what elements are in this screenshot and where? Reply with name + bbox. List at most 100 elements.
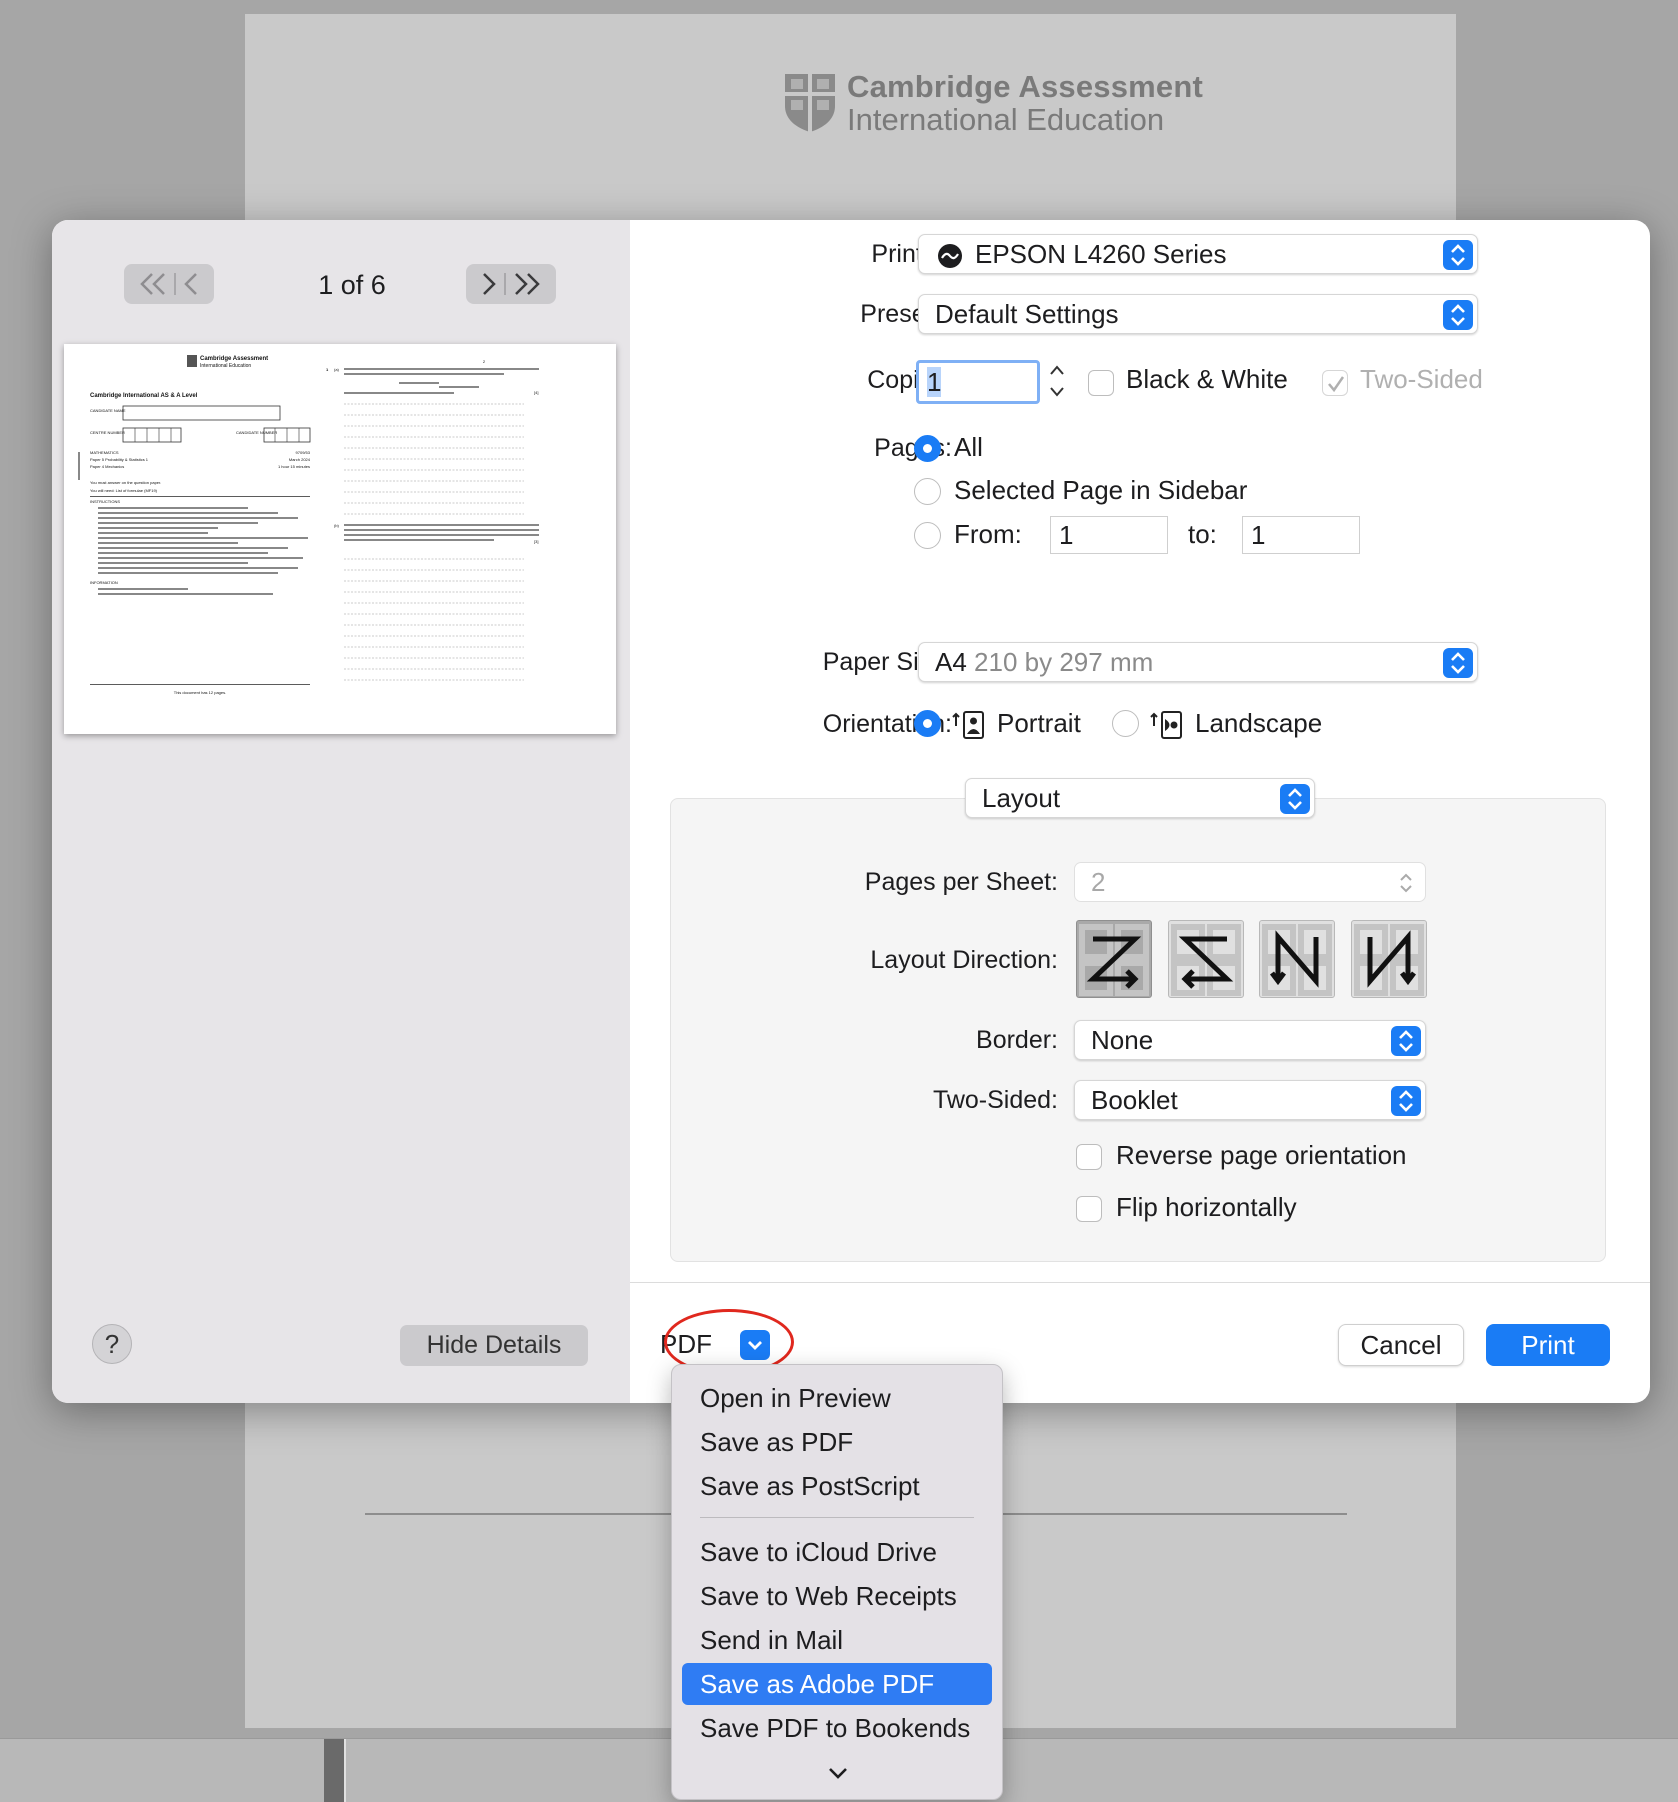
reverse-orientation-label: Reverse page orientation bbox=[1116, 1140, 1407, 1170]
layout-direction-reverse-n[interactable] bbox=[1259, 920, 1335, 998]
pages-selected-radio[interactable] bbox=[914, 478, 941, 505]
border-popup[interactable]: None bbox=[1074, 1020, 1426, 1060]
layout-section-value: Layout bbox=[982, 783, 1061, 813]
layout-two-sided-label: Two-Sided: bbox=[932, 1086, 1058, 1114]
layout-two-sided-popup[interactable]: Booklet bbox=[1074, 1080, 1426, 1120]
reverse-orientation-checkbox[interactable] bbox=[1076, 1144, 1102, 1170]
layout-direction-z[interactable] bbox=[1076, 920, 1152, 998]
thumb-paper1: Paper 5 Probability & Statistics 1 bbox=[90, 457, 149, 462]
thumb-code: 9709/53 bbox=[296, 450, 311, 455]
presets-value: Default Settings bbox=[935, 299, 1119, 329]
print-button[interactable]: Print bbox=[1486, 1324, 1610, 1366]
shield-icon bbox=[785, 74, 835, 132]
up-down-arrows-icon bbox=[1400, 873, 1412, 893]
double-chevron-left-icon[interactable] bbox=[138, 272, 168, 296]
pages-all-radio[interactable] bbox=[914, 435, 941, 462]
chevron-left-icon[interactable] bbox=[182, 272, 200, 296]
landscape-radio[interactable] bbox=[1112, 710, 1139, 737]
menu-item-send-in-mail[interactable]: Send in Mail bbox=[682, 1619, 992, 1661]
next-page-buttons[interactable] bbox=[466, 264, 556, 304]
menu-item-save-as-postscript[interactable]: Save as PostScript bbox=[682, 1465, 992, 1507]
thumbnail-page-render: Cambridge Assessment International Educa… bbox=[78, 355, 539, 695]
thumb-page-no: 2 bbox=[483, 359, 486, 364]
thumb-heading: Cambridge International AS & A Level bbox=[90, 393, 198, 399]
menu-item-save-as-pdf[interactable]: Save as PDF bbox=[682, 1421, 992, 1463]
menu-item-save-to-icloud[interactable]: Save to iCloud Drive bbox=[682, 1531, 992, 1573]
two-sided-checkbox[interactable] bbox=[1322, 370, 1348, 396]
direction-reverse-z-icon bbox=[1171, 924, 1241, 996]
up-down-arrows-icon bbox=[1443, 240, 1473, 270]
copies-input[interactable]: 1 bbox=[916, 360, 1040, 404]
printer-popup[interactable]: EPSON L4260 Series bbox=[918, 234, 1478, 274]
pdf-dropdown-menu: Open in Preview Save as PDF Save as Post… bbox=[671, 1364, 1003, 1800]
thumb-q1b-mark: [3] bbox=[534, 539, 538, 544]
chevron-right-icon[interactable] bbox=[480, 272, 498, 296]
pages-to-label: to: bbox=[1188, 519, 1217, 549]
direction-n-icon bbox=[1354, 924, 1424, 996]
landscape-label: Landscape bbox=[1195, 708, 1323, 738]
thumb-footer: This document has 12 pages. bbox=[174, 690, 226, 695]
nav-divider bbox=[504, 273, 506, 295]
printer-status-icon bbox=[938, 244, 962, 268]
bottom-bar-divider bbox=[344, 1739, 346, 1802]
up-down-arrows-icon bbox=[1391, 1026, 1421, 1056]
black-white-checkbox[interactable] bbox=[1088, 370, 1114, 396]
pages-per-sheet-value: 2 bbox=[1091, 867, 1106, 897]
thumb-duration: 1 hour 15 minutes bbox=[278, 464, 310, 469]
logo-line-2: International Education bbox=[847, 102, 1165, 137]
stepper-arrows-icon[interactable] bbox=[1046, 358, 1068, 404]
pages-all-label: All bbox=[954, 432, 983, 462]
thumb-instructions: INSTRUCTIONS bbox=[90, 499, 120, 504]
menu-item-save-as-adobe-pdf[interactable]: Save as Adobe PDF bbox=[682, 1663, 992, 1705]
flip-horizontally-checkbox[interactable] bbox=[1076, 1196, 1102, 1222]
two-sided-label: Two-Sided bbox=[1360, 364, 1483, 394]
thumb-q1b: (b) bbox=[334, 523, 340, 528]
menu-item-save-pdf-to-bookends[interactable]: Save PDF to Bookends bbox=[682, 1707, 992, 1749]
help-button[interactable]: ? bbox=[92, 1324, 132, 1364]
thumb-paper2: Paper 4 Mechanics bbox=[90, 464, 124, 469]
layout-direction-n[interactable] bbox=[1351, 920, 1427, 998]
checkmark-icon bbox=[1328, 376, 1345, 393]
presets-popup[interactable]: Default Settings bbox=[918, 294, 1478, 334]
thumb-centre-number: CENTRE NUMBER bbox=[90, 430, 125, 435]
footer-separator bbox=[630, 1282, 1650, 1283]
border-label: Border: bbox=[976, 1026, 1058, 1054]
prev-page-buttons[interactable] bbox=[124, 264, 214, 304]
layout-section-popup[interactable]: Layout bbox=[965, 778, 1315, 818]
thumb-candidate-name: CANDIDATE NAME bbox=[90, 408, 126, 413]
portrait-radio[interactable] bbox=[914, 710, 941, 737]
print-dialog: 1 of 6 Cambridge Assessment Internationa… bbox=[52, 220, 1650, 1403]
pages-from-radio[interactable] bbox=[914, 522, 941, 549]
black-white-label: Black & White bbox=[1126, 364, 1288, 394]
paper-size-popup[interactable]: A4 210 by 297 mm bbox=[918, 642, 1478, 682]
thumb-logo-sub: International Education bbox=[200, 363, 251, 369]
hide-details-button[interactable]: Hide Details bbox=[400, 1325, 588, 1366]
thumb-q1: 1 bbox=[326, 367, 329, 372]
up-down-arrows-icon bbox=[1443, 300, 1473, 330]
to-input[interactable]: 1 bbox=[1242, 516, 1360, 554]
up-down-arrows-icon bbox=[1443, 648, 1473, 678]
copies-stepper[interactable] bbox=[1046, 358, 1068, 404]
page-counter: 1 of 6 bbox=[318, 270, 386, 300]
double-chevron-right-icon[interactable] bbox=[512, 272, 542, 296]
menu-scroll-down-icon[interactable] bbox=[826, 1763, 850, 1783]
thumb-q1-mark: [4] bbox=[534, 390, 538, 395]
landscape-icon bbox=[1150, 711, 1182, 739]
portrait-icon bbox=[952, 711, 984, 739]
background-logo: Cambridge Assessment International Educa… bbox=[783, 70, 1203, 136]
border-value: None bbox=[1091, 1025, 1154, 1055]
preview-sidebar: 1 of 6 Cambridge Assessment Internationa… bbox=[52, 220, 630, 1403]
pages-per-sheet-popup[interactable]: 2 bbox=[1074, 862, 1426, 902]
pages-selected-label: Selected Page in Sidebar bbox=[954, 475, 1248, 505]
layout-direction-reverse-z[interactable] bbox=[1168, 920, 1244, 998]
menu-item-save-to-web-receipts[interactable]: Save to Web Receipts bbox=[682, 1575, 992, 1617]
direction-z-icon bbox=[1079, 924, 1149, 996]
page-thumbnail[interactable]: Cambridge Assessment International Educa… bbox=[64, 344, 616, 734]
from-input[interactable]: 1 bbox=[1050, 516, 1168, 554]
layout-two-sided-value: Booklet bbox=[1091, 1085, 1178, 1115]
thumb-logo: Cambridge Assessment bbox=[200, 356, 268, 362]
up-down-arrows-icon bbox=[1391, 1086, 1421, 1116]
cancel-button[interactable]: Cancel bbox=[1338, 1324, 1464, 1366]
menu-item-open-in-preview[interactable]: Open in Preview bbox=[682, 1377, 992, 1419]
thumb-q1a: (a) bbox=[334, 367, 340, 372]
